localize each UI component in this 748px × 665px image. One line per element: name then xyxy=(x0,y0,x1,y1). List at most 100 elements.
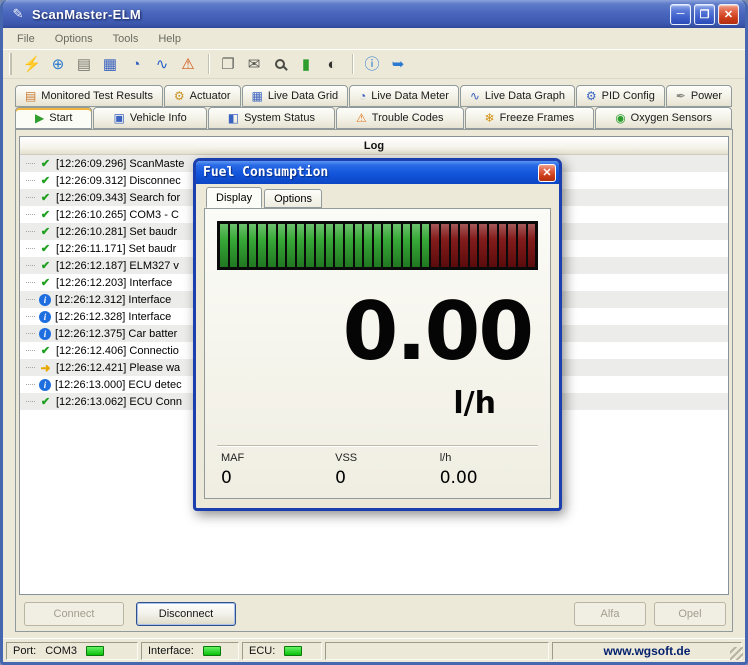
info-icon[interactable]: ⓘ xyxy=(360,52,384,76)
info-icon: i xyxy=(39,293,51,306)
readout-label: l/h xyxy=(439,452,452,464)
opel-button[interactable]: Opel xyxy=(654,602,726,626)
gauge-segment-green xyxy=(220,224,228,267)
gauge-segment-red xyxy=(441,224,449,267)
trouble-codes-icon[interactable]: ⚠ xyxy=(176,52,200,76)
start-icon: ▶ xyxy=(35,111,45,125)
info-icon: i xyxy=(39,327,51,340)
log-message: [12:26:12.203] Interface xyxy=(56,276,173,289)
tab-live-data-grid[interactable]: ▦ Live Data Grid xyxy=(241,85,349,107)
live-data-grid-icon[interactable]: ▦ xyxy=(98,52,122,76)
log-message: [12:26:12.375] Car batter xyxy=(55,327,178,340)
tab-label: Live Data Grid xyxy=(267,90,339,102)
tab-start[interactable]: ▶ Start xyxy=(15,107,93,129)
vehicle-icon: ▣ xyxy=(113,111,125,125)
meter-icon: ◔ xyxy=(359,89,367,103)
tab-power[interactable]: ✒ Power xyxy=(665,85,732,107)
live-data-meter-icon[interactable]: ◔ xyxy=(124,52,148,76)
ecu-label: ECU: xyxy=(249,645,276,657)
toolbar-separator xyxy=(208,54,210,74)
graph-icon: ∿ xyxy=(469,89,480,103)
tab-trouble-codes[interactable]: ⚠ Trouble Codes xyxy=(336,107,464,129)
dialog-close-button[interactable]: ✕ xyxy=(538,163,556,182)
gauge-segment-green xyxy=(383,224,391,267)
log-message: [12:26:12.421] Please wa xyxy=(56,361,181,374)
tree-line xyxy=(26,265,35,266)
battery-icon[interactable]: ▮ xyxy=(294,52,318,76)
info-icon: ⓘ xyxy=(364,55,380,73)
copy-icon[interactable]: ❐ xyxy=(216,52,240,76)
connect-button[interactable]: Connect xyxy=(24,602,124,626)
tab-vehicle-info[interactable]: ▣ Vehicle Info xyxy=(93,107,207,129)
live-data-graph-icon: ∿ xyxy=(155,55,169,73)
live-data-grid-icon: ▦ xyxy=(102,55,118,73)
tab-label: Freeze Frames xyxy=(499,112,575,124)
menu-options[interactable]: Options xyxy=(47,31,101,47)
readout-maf: MAF 0 xyxy=(221,452,335,488)
info-icon: i xyxy=(39,378,51,391)
live-data-graph-icon[interactable]: ∿ xyxy=(150,52,174,76)
gauge-segment-green xyxy=(402,224,411,267)
fuel-consumption-dialog: Fuel Consumption ✕ Display Options 0.00 … xyxy=(193,158,562,511)
resize-grip[interactable] xyxy=(730,647,743,660)
gauge-segment-green xyxy=(296,224,305,267)
log-message: [12:26:09.312] Disconnec xyxy=(56,174,181,187)
gauge-segment-green xyxy=(354,224,363,267)
toolbar-grip[interactable] xyxy=(9,53,13,75)
gauge-segment-green xyxy=(373,224,382,267)
tab-monitored-test-results[interactable]: ▤ Monitored Test Results xyxy=(15,85,163,107)
tab-pid-config[interactable]: ⚙ PID Config xyxy=(575,85,665,107)
close-button[interactable]: ✕ xyxy=(718,3,739,25)
alfa-button[interactable]: Alfa xyxy=(574,602,646,626)
readout-vss: VSS 0 xyxy=(335,452,440,488)
tree-line xyxy=(26,163,35,164)
exit-icon[interactable]: ➥ xyxy=(386,52,410,76)
app-icon: ✎ xyxy=(12,6,24,21)
log-column-header[interactable]: Log xyxy=(20,137,728,155)
log-message: [12:26:10.281] Set baudr xyxy=(56,225,178,238)
warning-icon: ⚠ xyxy=(356,111,367,125)
tree-line xyxy=(26,299,35,300)
freeze-icon: ❄ xyxy=(484,111,495,125)
connect-icon[interactable]: ⚡ xyxy=(20,52,44,76)
report-icon[interactable]: ▤ xyxy=(72,52,96,76)
tab-system-status[interactable]: ◧ System Status xyxy=(207,107,335,129)
maximize-button[interactable]: ❐ xyxy=(694,3,715,25)
night-mode-icon[interactable]: ◐ xyxy=(320,52,344,76)
check-icon: ✔ xyxy=(40,226,51,238)
tab-display[interactable]: Display xyxy=(206,187,263,208)
search-icon[interactable] xyxy=(268,52,292,76)
tab-live-data-meter[interactable]: ◔ Live Data Meter xyxy=(349,85,459,107)
toolbar-separator xyxy=(352,54,354,74)
title-bar[interactable]: ✎ ScanMaster-ELM ─ ❐ ✕ xyxy=(3,0,745,28)
terminal-icon[interactable]: ✉ xyxy=(242,52,266,76)
tab-options[interactable]: Options xyxy=(264,189,322,208)
gauge-segment-red xyxy=(508,224,516,267)
display-tab-page: 0.00 l/h MAF 0 VSS 0 l/h 0.00 xyxy=(204,208,551,499)
tab-label: Monitored Test Results xyxy=(41,90,153,102)
toolbar: ⚡ ⊕ ▤ ▦ ◔ ∿ ⚠ ❐ ✉ ▮ ◐ ⓘ ➥ xyxy=(3,49,745,79)
menu-bar: File Options Tools Help xyxy=(3,28,745,49)
minimize-button[interactable]: ─ xyxy=(670,3,691,25)
gauge-segment-red xyxy=(527,224,536,267)
gauge-segment-green xyxy=(335,224,343,267)
dialog-title-bar[interactable]: Fuel Consumption ✕ xyxy=(196,161,559,184)
tab-oxygen-sensors[interactable]: ◉ Oxygen Sensors xyxy=(595,107,733,129)
check-icon: ✔ xyxy=(40,192,51,204)
tab-freeze-frames[interactable]: ❄ Freeze Frames xyxy=(464,107,595,129)
menu-tools[interactable]: Tools xyxy=(105,31,147,47)
check-icon: ✔ xyxy=(40,243,51,255)
statusbar-spacer-panel xyxy=(325,642,549,660)
readout-value: 0 xyxy=(335,468,346,488)
live-data-meter-icon: ◔ xyxy=(131,55,141,73)
check-icon: ✔ xyxy=(40,209,51,221)
website-icon[interactable]: ⊕ xyxy=(46,52,70,76)
disconnect-button[interactable]: Disconnect xyxy=(136,602,236,626)
tab-live-data-graph[interactable]: ∿ Live Data Graph xyxy=(459,85,575,107)
menu-file[interactable]: File xyxy=(9,31,43,47)
connect-icon: ⚡ xyxy=(22,55,42,73)
tab-actuator[interactable]: ⚙ Actuator xyxy=(163,85,241,107)
gauge-segment-green xyxy=(344,224,353,267)
tree-line xyxy=(26,367,35,368)
menu-help[interactable]: Help xyxy=(150,31,189,47)
